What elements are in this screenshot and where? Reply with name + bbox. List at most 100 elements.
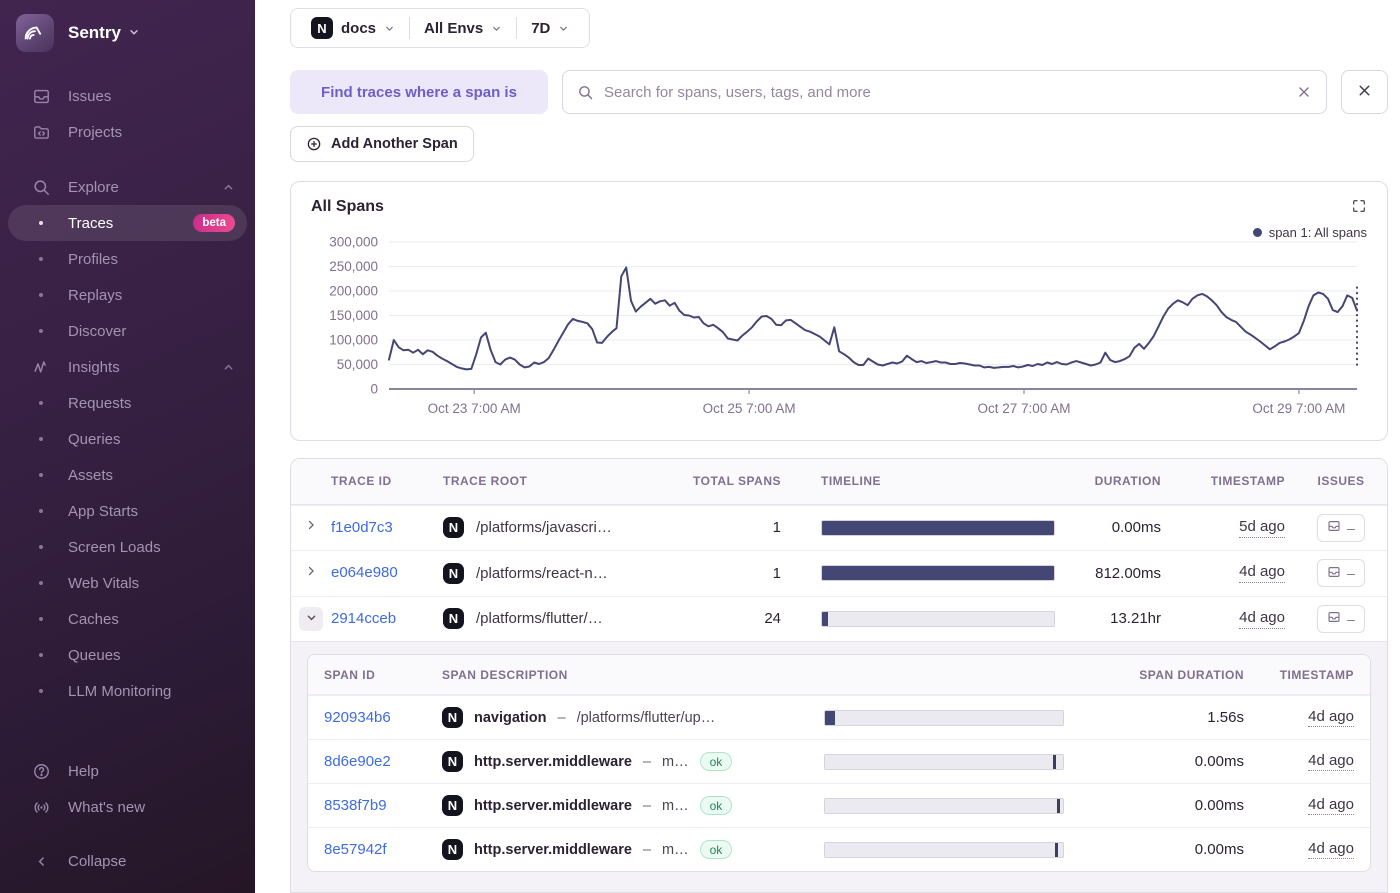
- main-content: N docs All Envs 7D Find traces where a s…: [255, 0, 1400, 893]
- svg-text:0: 0: [370, 382, 378, 397]
- sidebar-item-issues[interactable]: Issues: [8, 78, 247, 114]
- remove-span-button[interactable]: [1341, 70, 1388, 114]
- sidebar-item-queries[interactable]: Queries: [8, 421, 247, 457]
- span-row[interactable]: 8538f7b9 N http.server.middleware – m… o…: [308, 783, 1370, 827]
- project-selector[interactable]: N docs: [297, 17, 409, 39]
- span-description: m…: [662, 754, 689, 770]
- sidebar-item-label: What's new: [68, 799, 145, 816]
- trace-row[interactable]: f1e0d7c3 N/platforms/javascri… 1 0.00ms …: [291, 505, 1387, 551]
- org-switcher[interactable]: Sentry: [16, 14, 239, 52]
- chevron-up-icon: [222, 181, 235, 194]
- span-id-link[interactable]: 8e57942f: [324, 841, 387, 858]
- fullscreen-icon[interactable]: [1351, 198, 1367, 219]
- trace-row-expanded[interactable]: 2914cceb N/platforms/flutter/… 24 13.21h…: [291, 596, 1387, 642]
- span-row[interactable]: 8e57942f N http.server.middleware – m… o…: [308, 827, 1370, 871]
- span-id-link[interactable]: 920934b6: [324, 709, 391, 726]
- collapse-trace-button[interactable]: [299, 607, 323, 631]
- expand-trace-button[interactable]: [291, 518, 331, 537]
- timeline-bar: [821, 611, 1055, 627]
- sentry-logo-icon: [16, 14, 54, 52]
- bullet-icon: [30, 509, 52, 513]
- trace-id-link[interactable]: e064e980: [331, 564, 398, 581]
- sidebar-item-replays[interactable]: Replays: [8, 277, 247, 313]
- expanded-trace-section: SPAN ID SPAN DESCRIPTION SPAN DURATION T…: [291, 641, 1387, 892]
- all-spans-line-chart[interactable]: 300,000250,000200,000150,000100,00050,00…: [311, 226, 1367, 426]
- span-timestamp: 4d ago: [1308, 708, 1354, 728]
- svg-text:200,000: 200,000: [329, 284, 378, 299]
- sidebar-item-label: Queues: [68, 647, 121, 664]
- span-duration: 0.00ms: [1094, 797, 1244, 814]
- trace-timestamp: 4d ago: [1239, 563, 1285, 583]
- bullet-icon: [30, 293, 52, 297]
- sidebar-item-label: Traces: [68, 215, 113, 232]
- span-row[interactable]: 920934b6 N navigation – /platforms/flutt…: [308, 695, 1370, 739]
- chevron-down-icon: [128, 23, 140, 43]
- span-status-badge: ok: [700, 796, 733, 815]
- nextjs-icon: N: [443, 563, 464, 584]
- sidebar-item-traces[interactable]: Traces beta: [8, 205, 247, 241]
- sidebar-item-llm-monitoring[interactable]: LLM Monitoring: [8, 673, 247, 709]
- chevron-down-icon: [305, 611, 318, 627]
- bullet-icon: [30, 545, 52, 549]
- bullet-icon: [30, 581, 52, 585]
- sidebar-item-web-vitals[interactable]: Web Vitals: [8, 565, 247, 601]
- trace-id-link[interactable]: 2914cceb: [331, 610, 396, 627]
- sidebar-item-label: Queries: [68, 431, 121, 448]
- bullet-icon: [30, 617, 52, 621]
- issues-count: –: [1347, 611, 1355, 627]
- issues-icon: [1327, 519, 1341, 536]
- sidebar-item-label: App Starts: [68, 503, 138, 520]
- span-id-link[interactable]: 8d6e90e2: [324, 753, 391, 770]
- issues-button[interactable]: –: [1317, 605, 1365, 633]
- issues-button[interactable]: –: [1317, 514, 1365, 542]
- add-another-span-label: Add Another Span: [331, 136, 458, 152]
- span-duration: 0.00ms: [1094, 841, 1244, 858]
- date-range-selector[interactable]: 7D: [517, 20, 583, 37]
- nextjs-icon: N: [443, 517, 464, 538]
- timeline-bar: [824, 754, 1064, 770]
- sidebar-item-screen-loads[interactable]: Screen Loads: [8, 529, 247, 565]
- col-trace-root: TRACE ROOT: [443, 474, 693, 488]
- chevron-right-icon: [304, 518, 318, 537]
- clear-search-icon[interactable]: [1296, 84, 1312, 100]
- sidebar-item-label: Discover: [68, 323, 126, 340]
- sidebar-item-discover[interactable]: Discover: [8, 313, 247, 349]
- add-another-span-button[interactable]: Add Another Span: [290, 126, 474, 162]
- sidebar-item-caches[interactable]: Caches: [8, 601, 247, 637]
- sidebar-section-explore[interactable]: Explore: [8, 169, 247, 205]
- expand-trace-button[interactable]: [291, 564, 331, 583]
- plus-circle-icon: [306, 136, 322, 152]
- bullet-icon: [30, 689, 52, 693]
- sidebar-item-label: Help: [68, 763, 99, 780]
- sidebar-collapse-button[interactable]: Collapse: [8, 843, 247, 879]
- sidebar-item-app-starts[interactable]: App Starts: [8, 493, 247, 529]
- sidebar-item-whats-new[interactable]: What's new: [8, 789, 247, 825]
- issues-icon: [1327, 610, 1341, 627]
- col-duration: DURATION: [1061, 474, 1173, 488]
- span-row[interactable]: 8d6e90e2 N http.server.middleware – m… o…: [308, 739, 1370, 783]
- sidebar-item-help[interactable]: Help: [8, 753, 247, 789]
- svg-text:50,000: 50,000: [337, 357, 378, 372]
- sidebar-item-assets[interactable]: Assets: [8, 457, 247, 493]
- search-icon: [577, 84, 594, 101]
- issues-button[interactable]: –: [1317, 559, 1365, 587]
- app-window: Sentry Issues Projects Explore: [0, 0, 1400, 893]
- sidebar-item-profiles[interactable]: Profiles: [8, 241, 247, 277]
- span-status-badge: ok: [700, 752, 733, 771]
- sidebar-item-requests[interactable]: Requests: [8, 385, 247, 421]
- sidebar-item-label: Assets: [68, 467, 113, 484]
- sidebar-item-queues[interactable]: Queues: [8, 637, 247, 673]
- page-filter-bar: N docs All Envs 7D: [290, 8, 590, 48]
- sidebar-item-projects[interactable]: Projects: [8, 114, 247, 150]
- trace-row[interactable]: e064e980 N/platforms/react-n… 1 812.00ms…: [291, 550, 1387, 596]
- bullet-icon: [30, 653, 52, 657]
- span-search-input[interactable]: [604, 84, 1286, 101]
- nextjs-icon: N: [442, 707, 463, 728]
- chevron-down-icon: [384, 23, 395, 34]
- bullet-icon: [30, 329, 52, 333]
- span-id-link[interactable]: 8538f7b9: [324, 797, 387, 814]
- environment-selector[interactable]: All Envs: [410, 20, 516, 37]
- sidebar-section-insights[interactable]: Insights: [8, 349, 247, 385]
- bullet-icon: [30, 473, 52, 477]
- trace-id-link[interactable]: f1e0d7c3: [331, 519, 393, 536]
